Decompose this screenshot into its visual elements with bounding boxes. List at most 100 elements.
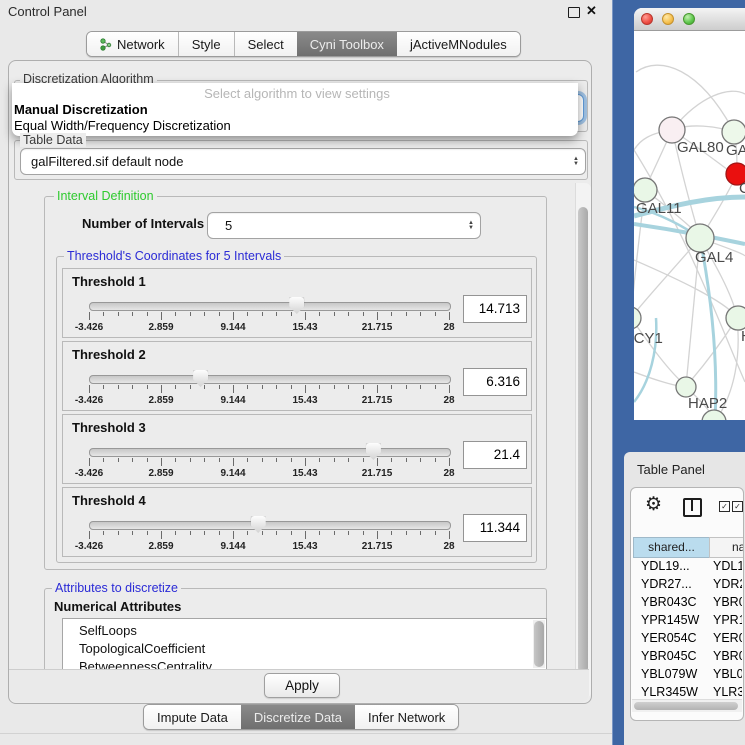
network-node[interactable]: [726, 306, 745, 330]
network-node[interactable]: [634, 307, 641, 329]
minimize-traffic-light-icon[interactable]: [662, 13, 674, 25]
threshold-2-panel: Threshold 2 -3.4262.8599.14415.4321.7152…: [62, 341, 532, 411]
close-icon[interactable]: ✕: [586, 3, 597, 19]
table-row[interactable]: YDL19... YDL1: [632, 557, 742, 575]
attribute-item[interactable]: TopologicalCoefficient: [63, 640, 546, 658]
tab-label: Cyni Toolbox: [310, 37, 384, 52]
threshold-value-field[interactable]: 11.344: [463, 514, 527, 542]
table-row[interactable]: YPR145W YPR1: [632, 611, 742, 629]
network-graph[interactable]: GAL80GACGAL11GAL4GCY1HHAP2: [634, 30, 745, 420]
column-header-name[interactable]: na: [709, 537, 744, 558]
combo-stepper-icon[interactable]: ▲▼: [462, 221, 480, 231]
split-columns-icon[interactable]: [683, 498, 702, 517]
table-row[interactable]: YDR27... YDR2: [632, 575, 742, 593]
table-data-combobox[interactable]: galFiltered.sif default node ▲▼: [20, 148, 586, 175]
table-row[interactable]: YBL079W YBL0: [632, 665, 742, 683]
cell-shared-name[interactable]: YPR145W: [641, 611, 699, 629]
top-tab-bar: Network Style Select Cyni Toolbox jActiv…: [86, 31, 521, 57]
tab-jactivemnodules[interactable]: jActiveMNodules: [397, 32, 520, 56]
network-window-titlebar[interactable]: [634, 8, 745, 31]
cell-shared-name[interactable]: YBL079W: [641, 665, 697, 683]
threshold-value-field[interactable]: 14.713: [463, 295, 527, 323]
table-panel-window: Table Panel ⚙ ✓ ✓ shared... na YDL19...Y…: [624, 452, 745, 745]
tab-infer-network[interactable]: Infer Network: [355, 705, 458, 729]
cell-name[interactable]: YPR1: [713, 611, 742, 629]
cell-name[interactable]: YER0: [713, 629, 742, 647]
checkbox-icon[interactable]: ✓: [719, 501, 730, 512]
slider-ticks: [89, 312, 449, 321]
tab-style[interactable]: Style: [178, 32, 234, 56]
table-panel-title: Table Panel: [637, 462, 705, 477]
threshold-slider[interactable]: -3.4262.8599.14415.4321.71528: [89, 443, 449, 479]
network-node[interactable]: [676, 377, 696, 397]
thresholds-group-title: Threshold's Coordinates for 5 Intervals: [64, 249, 284, 263]
tab-cyni-toolbox[interactable]: Cyni Toolbox: [297, 32, 397, 56]
threshold-slider[interactable]: -3.4262.8599.14415.4321.71528: [89, 297, 449, 333]
tab-impute-data[interactable]: Impute Data: [144, 705, 241, 729]
main-scrollbar[interactable]: [575, 183, 591, 698]
slider-ticks: [89, 458, 449, 467]
cell-shared-name[interactable]: YDR27...: [641, 575, 692, 593]
network-node-label: GAL80: [677, 139, 724, 156]
threshold-3-panel: Threshold 3 -3.4262.8599.14415.4321.7152…: [62, 414, 532, 484]
table-h-scrollbar[interactable]: [632, 699, 742, 712]
network-node-label: H: [741, 328, 745, 345]
popup-option-equal-width[interactable]: Equal Width/Frequency Discretization: [14, 118, 231, 133]
table-row[interactable]: YBR045C YBR0: [632, 647, 742, 665]
apply-button[interactable]: Apply: [264, 673, 340, 698]
attribute-item[interactable]: SelfLoops: [63, 622, 546, 640]
tab-label: Style: [192, 37, 221, 52]
tab-select[interactable]: Select: [234, 32, 297, 56]
bottom-divider: [0, 733, 612, 734]
cell-name[interactable]: YBR0: [713, 593, 742, 611]
table-row[interactable]: YER054C YER0: [632, 629, 742, 647]
network-node-label: GAL4: [695, 249, 733, 266]
cell-name[interactable]: YDL1: [713, 557, 742, 575]
table-h-scrollbar-thumb[interactable]: [634, 702, 738, 710]
slider-track[interactable]: [89, 448, 451, 457]
cell-shared-name[interactable]: YBR043C: [641, 593, 697, 611]
network-view-window: GAL80GACGAL11GAL4GCY1HHAP2: [634, 8, 745, 420]
cell-name[interactable]: YBR0: [713, 647, 742, 665]
column-header-shared-name[interactable]: shared...: [633, 537, 710, 558]
slider-track[interactable]: [89, 375, 451, 384]
network-node[interactable]: [722, 120, 745, 144]
popup-option-manual-discretization[interactable]: Manual Discretization: [14, 102, 148, 117]
attributes-scrollbar-thumb[interactable]: [534, 621, 544, 667]
network-node[interactable]: [634, 178, 657, 202]
network-node-label: HAP2: [688, 395, 727, 412]
main-scrollbar-thumb[interactable]: [578, 207, 588, 673]
tab-discretize-data[interactable]: Discretize Data: [241, 705, 355, 729]
zoom-traffic-light-icon[interactable]: [683, 13, 695, 25]
gear-icon[interactable]: ⚙: [645, 493, 662, 516]
threshold-slider[interactable]: -3.4262.8599.14415.4321.71528: [89, 516, 449, 552]
threshold-value-field[interactable]: 21.4: [463, 441, 527, 469]
threshold-slider[interactable]: -3.4262.8599.14415.4321.71528: [89, 370, 449, 406]
slider-track[interactable]: [89, 302, 451, 311]
tab-label: Infer Network: [368, 710, 445, 725]
checkbox-icon[interactable]: ✓: [732, 501, 743, 512]
network-node[interactable]: [686, 224, 714, 252]
cell-name[interactable]: YBL0: [713, 665, 742, 683]
cell-shared-name[interactable]: YER054C: [641, 629, 697, 647]
combo-stepper-icon[interactable]: ▲▼: [567, 157, 585, 167]
network-node-label: GCY1: [634, 330, 663, 347]
network-icon: [100, 38, 112, 51]
interval-definition-title: Interval Definition: [54, 189, 157, 203]
cell-shared-name[interactable]: YDL19...: [641, 557, 690, 575]
tab-label: Network: [117, 37, 165, 52]
close-traffic-light-icon[interactable]: [641, 13, 653, 25]
number-of-intervals-combobox[interactable]: 5 ▲▼: [207, 212, 481, 239]
slider-track[interactable]: [89, 521, 451, 530]
table-row[interactable]: YBR043C YBR0: [632, 593, 742, 611]
control-panel-titlebar: Control Panel ✕: [0, 0, 612, 24]
attribute-items: SelfLoopsTopologicalCoefficientBetweenne…: [63, 622, 546, 670]
cell-name[interactable]: YDR2: [713, 575, 742, 593]
window-title: Control Panel: [8, 4, 87, 19]
float-window-icon[interactable]: [568, 7, 580, 18]
tab-network[interactable]: Network: [87, 32, 178, 56]
numerical-attributes-list[interactable]: SelfLoopsTopologicalCoefficientBetweenne…: [62, 618, 547, 670]
attributes-scrollbar[interactable]: [533, 620, 545, 668]
threshold-value-field[interactable]: 6.316: [463, 368, 527, 396]
cell-shared-name[interactable]: YBR045C: [641, 647, 697, 665]
